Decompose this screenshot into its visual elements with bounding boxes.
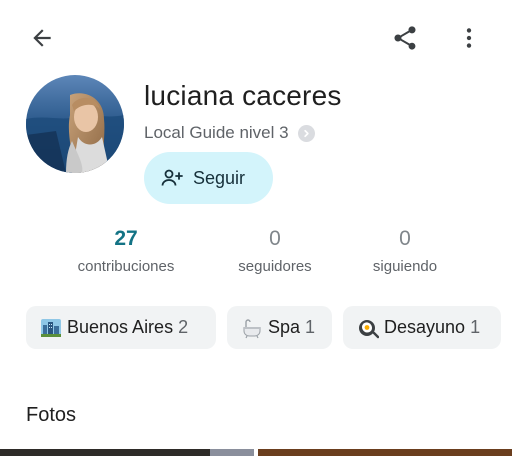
chip-label: Spa bbox=[268, 317, 301, 337]
stat-label: siguiendo bbox=[372, 258, 438, 275]
chip-label: Desayuno bbox=[384, 317, 466, 337]
photo-thumbnail[interactable] bbox=[210, 449, 254, 456]
chip-count: 1 bbox=[305, 317, 316, 337]
fried-egg-icon bbox=[357, 317, 379, 339]
photos-section-title: Fotos bbox=[26, 404, 77, 426]
stat-followers[interactable]: 0 seguidores bbox=[200, 226, 350, 275]
more-options-button[interactable] bbox=[449, 18, 489, 58]
avatar[interactable] bbox=[26, 75, 124, 173]
local-guide-level[interactable]: Local Guide nivel 3 bbox=[144, 122, 315, 144]
top-app-bar bbox=[0, 0, 512, 76]
photo-thumbnail[interactable] bbox=[0, 449, 210, 456]
profile-name: luciana caceres bbox=[144, 80, 342, 111]
stat-value: 27 bbox=[114, 227, 138, 250]
chevron-right-icon bbox=[297, 124, 315, 142]
stat-following[interactable]: 0 siguiendo bbox=[330, 226, 480, 275]
share-button[interactable] bbox=[385, 18, 425, 58]
photo-grid bbox=[0, 449, 512, 456]
stat-label: seguidores bbox=[238, 258, 312, 275]
city-icon bbox=[40, 317, 62, 339]
level-label: Local Guide nivel 3 bbox=[144, 123, 289, 142]
arrow-back-icon bbox=[33, 29, 51, 47]
stat-value: 0 bbox=[269, 227, 281, 250]
photo-thumbnail[interactable] bbox=[258, 449, 512, 456]
chip-count: 2 bbox=[178, 317, 189, 337]
profile-photo-icon bbox=[26, 75, 124, 173]
bathtub-icon bbox=[241, 317, 263, 339]
chip-spa[interactable]: Spa 1 bbox=[227, 306, 332, 349]
chip-count: 1 bbox=[470, 317, 481, 337]
chip-label: Buenos Aires bbox=[67, 317, 174, 337]
person-add-icon bbox=[161, 169, 183, 186]
more-vert-icon bbox=[466, 28, 472, 48]
stat-value: 0 bbox=[399, 227, 411, 250]
back-button[interactable] bbox=[22, 18, 62, 58]
stat-contributions[interactable]: 27 contribuciones bbox=[51, 226, 201, 275]
chip-desayuno[interactable]: Desayuno 1 bbox=[343, 306, 501, 349]
share-icon bbox=[394, 26, 416, 50]
chip-buenos-aires[interactable]: Buenos Aires 2 bbox=[26, 306, 216, 349]
stat-label: contribuciones bbox=[77, 258, 175, 275]
follow-button-label: Seguir bbox=[193, 167, 246, 188]
follow-button[interactable]: Seguir bbox=[144, 152, 273, 204]
